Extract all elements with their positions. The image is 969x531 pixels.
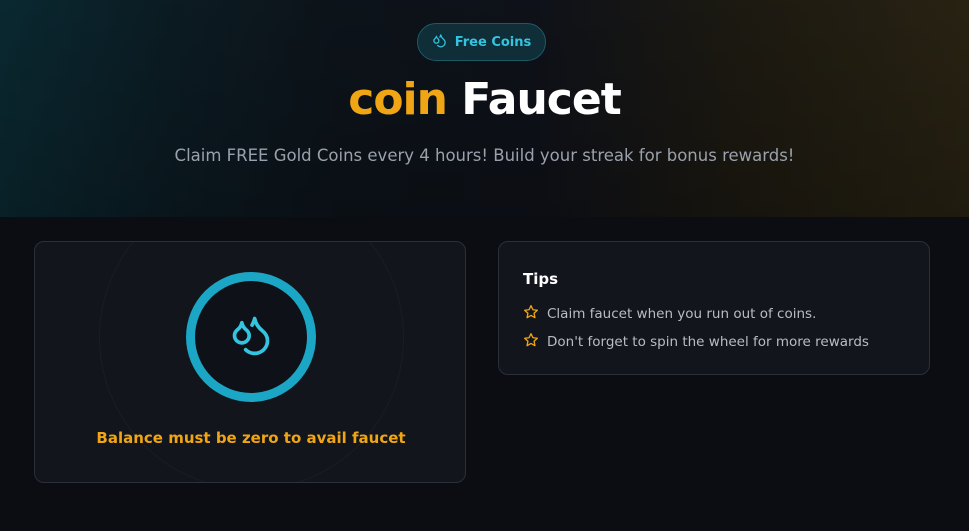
tip-text: Don't forget to spin the wheel for more …	[547, 334, 869, 350]
tips-card: Tips Claim faucet when you run out of co…	[498, 241, 930, 375]
faucet-claim-button[interactable]	[186, 272, 316, 402]
star-icon	[523, 304, 539, 324]
title-accent: coin	[348, 74, 448, 125]
droplets-icon	[229, 313, 273, 361]
faucet-card: Balance must be zero to avail faucet	[34, 241, 466, 483]
tip-text: Claim faucet when you run out of coins.	[547, 306, 817, 322]
page-subtitle: Claim FREE Gold Coins every 4 hours! Bui…	[174, 146, 795, 165]
tip-item: Claim faucet when you run out of coins.	[523, 304, 816, 324]
droplets-icon	[432, 33, 447, 52]
tips-title: Tips	[523, 270, 559, 288]
page-title: coin Faucet	[0, 74, 969, 125]
tip-item: Don't forget to spin the wheel for more …	[523, 332, 869, 352]
badge-label: Free Coins	[454, 34, 532, 50]
free-coins-badge: Free Coins	[417, 23, 546, 61]
star-icon	[523, 332, 539, 352]
balance-message: Balance must be zero to avail faucet	[96, 429, 406, 447]
title-main: Faucet	[461, 74, 621, 125]
faucet-coin-inner	[195, 281, 307, 393]
